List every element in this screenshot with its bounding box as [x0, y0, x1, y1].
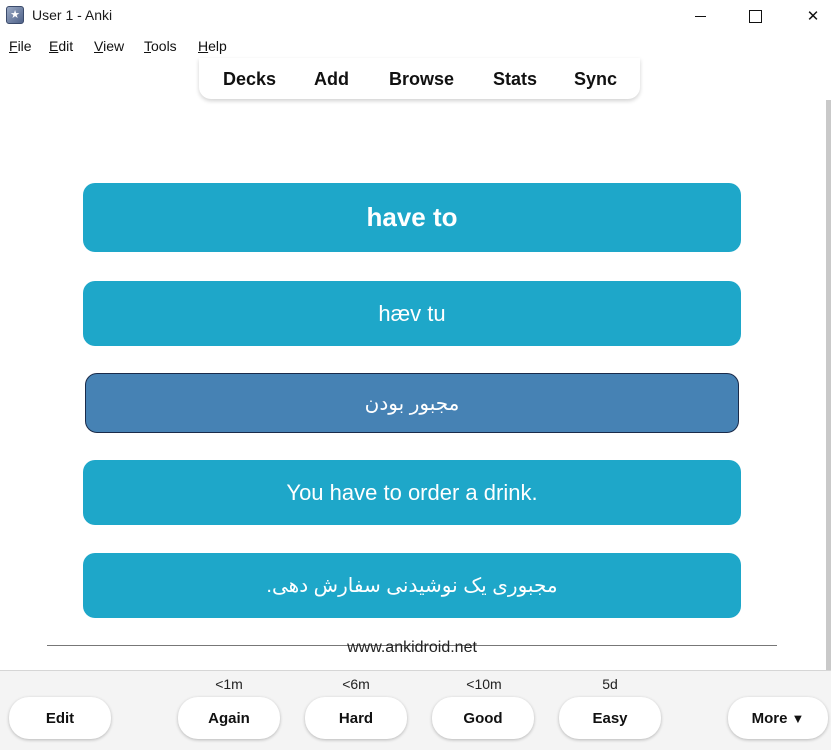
toolbar-decks[interactable]: Decks [223, 69, 276, 90]
interval-again: <1m [215, 676, 243, 692]
minimize-button[interactable] [677, 0, 723, 32]
again-button[interactable]: Again [178, 697, 280, 739]
interval-good: <10m [466, 676, 502, 692]
toolbar-sync[interactable]: Sync [574, 69, 617, 90]
maximize-button[interactable] [732, 0, 778, 32]
interval-hard: <6m [342, 676, 370, 692]
scrollbar[interactable] [826, 100, 831, 670]
toolbar-stats[interactable]: Stats [493, 69, 537, 90]
more-label: More [751, 709, 788, 727]
anki-star-icon: ★ [6, 6, 24, 24]
menu-view[interactable]: View [94, 38, 124, 54]
menu-file[interactable]: File [9, 38, 32, 54]
caret-down-icon: ▼ [791, 710, 805, 726]
card-pronunciation: hæv tu [83, 281, 741, 346]
window-title: User 1 - Anki [32, 7, 113, 23]
toolbar-add[interactable]: Add [314, 69, 349, 90]
hard-button[interactable]: Hard [305, 697, 407, 739]
card-word: have to [83, 183, 741, 252]
card-example-sentence: You have to order a drink. [83, 460, 741, 525]
edit-button[interactable]: Edit [9, 697, 111, 739]
close-button[interactable]: ✕ [790, 0, 831, 32]
footer-link: www.ankidroid.net [347, 639, 477, 656]
interval-easy: 5d [602, 676, 618, 692]
close-icon: ✕ [806, 8, 820, 25]
toolbar-browse[interactable]: Browse [389, 69, 454, 90]
menu-bar: File Edit View Tools Help [0, 32, 831, 58]
main-toolbar: Decks Add Browse Stats Sync [199, 58, 640, 99]
card-example-translation: مجبوری یک نوشیدنی سفارش دهی. [83, 553, 741, 618]
good-button[interactable]: Good [432, 697, 534, 739]
menu-edit[interactable]: Edit [49, 38, 73, 54]
answer-bar [0, 670, 831, 750]
easy-button[interactable]: Easy [559, 697, 661, 739]
menu-help[interactable]: Help [198, 38, 227, 54]
menu-tools[interactable]: Tools [144, 38, 177, 54]
card-meaning: مجبور بودن [85, 373, 739, 433]
title-bar: ★ User 1 - Anki ✕ [0, 0, 831, 32]
more-button[interactable]: More ▼ [728, 697, 828, 739]
